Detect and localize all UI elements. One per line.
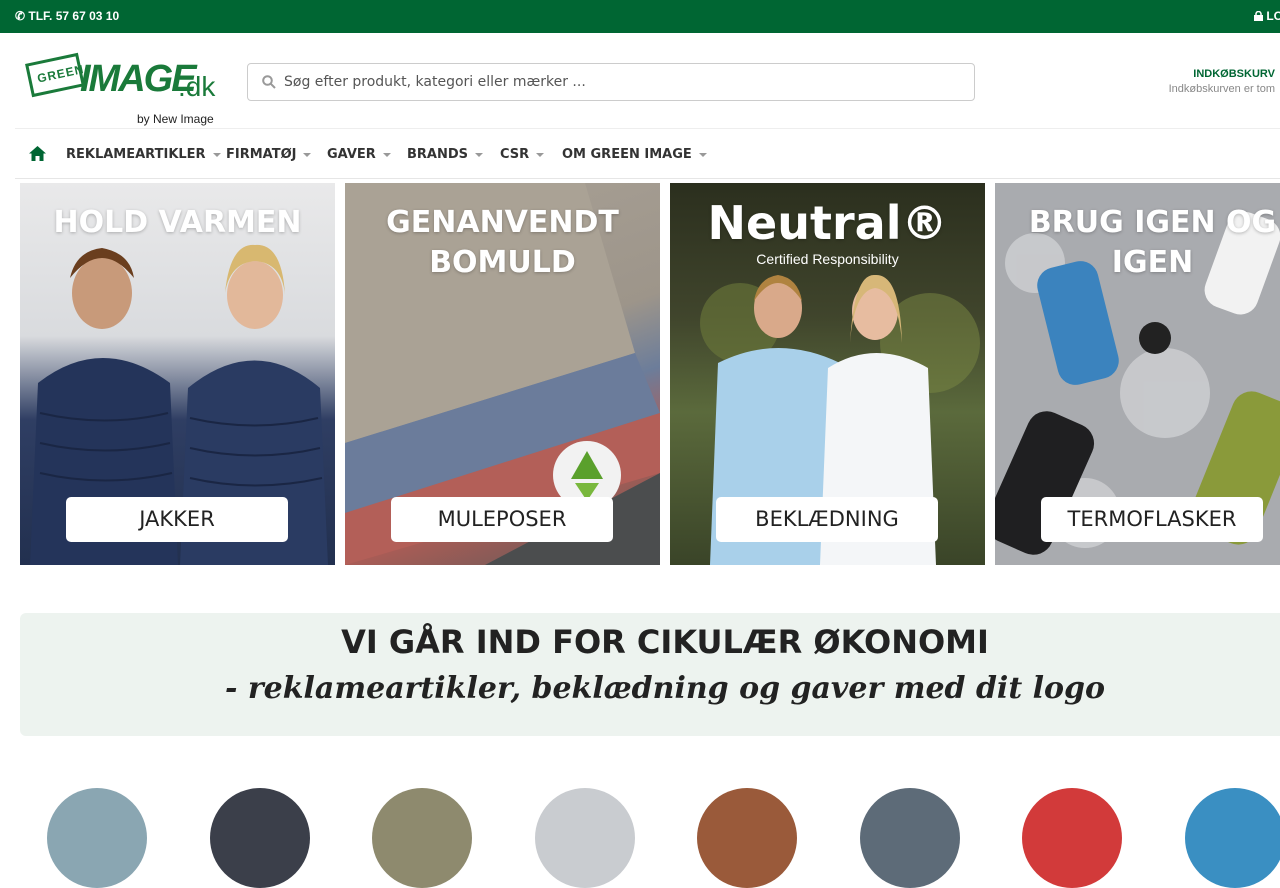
tile-headline: Neutral® [707, 196, 948, 250]
tile-subline: Certified Responsibility [756, 251, 899, 267]
logo-suffix: .dk [178, 71, 216, 102]
search-input[interactable] [284, 72, 964, 92]
cart-status: Indkøbskurven er tom [1168, 83, 1275, 95]
cart-title: INDKØBSKURV [1193, 68, 1275, 80]
caret-down-icon [536, 152, 545, 157]
category-circle[interactable] [697, 788, 797, 888]
caret-down-icon [475, 152, 484, 157]
search-box [247, 63, 975, 101]
category-circle[interactable] [535, 788, 635, 888]
tile-jakker[interactable]: HOLD VARMEN JAKKER [20, 183, 335, 565]
category-circle[interactable] [1022, 788, 1122, 888]
caret-down-icon [303, 152, 312, 157]
nav-item-gaver[interactable]: GAVER [327, 147, 391, 162]
caret-down-icon [382, 152, 391, 157]
phone-icon: ✆ [15, 9, 29, 23]
tile-label[interactable]: MULEPOSER [391, 497, 613, 542]
top-bar: ✆ TLF. 57 67 03 10 LO [0, 0, 1280, 33]
logo-badge: GREEN [25, 52, 85, 98]
lock-icon [1254, 10, 1263, 21]
tile-beklaedning[interactable]: Neutral® Certified Responsibility BEKLÆD… [670, 183, 985, 565]
banner-headline: VI GÅR IND FOR CIKULÆR ØKONOMI [341, 623, 989, 661]
category-circle[interactable] [210, 788, 310, 888]
main-nav: REKLAMEARTIKLER FIRMATØJ GAVER BRANDS CS… [15, 128, 1280, 179]
category-circle[interactable] [860, 788, 960, 888]
site-logo[interactable]: GREEN IMAGE .dk by New Image [25, 52, 226, 128]
login-link[interactable]: LO [1254, 9, 1280, 23]
tile-label[interactable]: JAKKER [66, 497, 288, 542]
tile-headline: HOLD VARMEN [53, 205, 302, 240]
cart-widget[interactable]: INDKØBSKURV Indkøbskurven er tom [1169, 68, 1275, 95]
nav-item-om-green-image[interactable]: OM GREEN IMAGE [562, 147, 707, 162]
promo-banner[interactable]: VI GÅR IND FOR CIKULÆR ØKONOMI - reklame… [20, 613, 1280, 736]
logo-byline: by New Image [137, 112, 214, 126]
tile-label[interactable]: BEKLÆDNING [716, 497, 938, 542]
caret-down-icon [698, 152, 707, 157]
category-circle[interactable] [1185, 788, 1280, 888]
banner-tagline: - reklameartikler, beklædning og gaver m… [224, 671, 1106, 706]
caret-down-icon [212, 152, 221, 157]
nav-item-reklameartikler[interactable]: REKLAMEARTIKLER [66, 147, 221, 162]
tile-termoflasker[interactable]: BRUG IGEN OG IGEN TERMOFLASKER [995, 183, 1280, 565]
tile-headline: BRUG IGEN OG IGEN [1028, 205, 1277, 280]
tile-muleposer[interactable]: GENANVENDT BOMULD MULEPOSER [345, 183, 660, 565]
nav-item-firmatoj[interactable]: FIRMATØJ [226, 147, 312, 162]
phone-link[interactable]: ✆ TLF. 57 67 03 10 [15, 9, 119, 23]
nav-item-csr[interactable]: CSR [500, 147, 545, 162]
nav-item-brands[interactable]: BRANDS [407, 147, 484, 162]
tile-label[interactable]: TERMOFLASKER [1041, 497, 1263, 542]
home-icon[interactable] [29, 146, 46, 161]
search-icon [262, 75, 276, 89]
category-circle[interactable] [47, 788, 147, 888]
category-circle[interactable] [372, 788, 472, 888]
tile-headline: GENANVENDT BOMULD [386, 205, 619, 280]
